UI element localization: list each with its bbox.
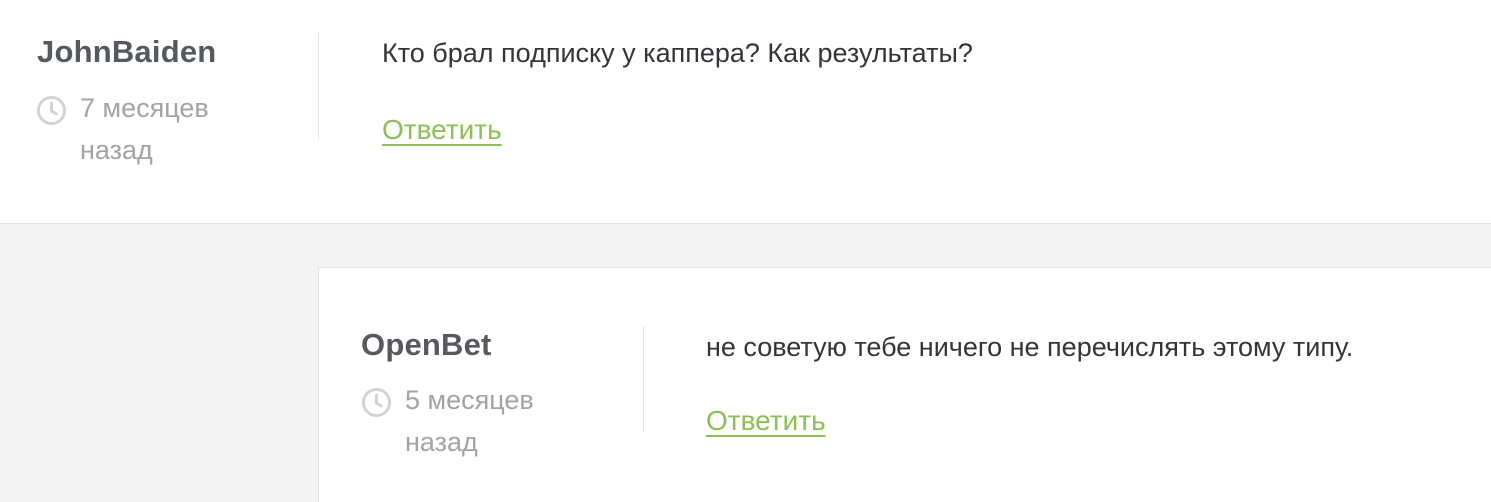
comment-text: Кто брал подписку у каппера? Как результ… xyxy=(382,38,973,68)
comment-divider xyxy=(318,33,319,140)
comment-time-text: 5 месяцев назад xyxy=(405,385,534,457)
clock-icon xyxy=(36,95,67,126)
comment-text: не советую тебе ничего не перечислять эт… xyxy=(706,332,1354,362)
clock-icon xyxy=(361,387,392,418)
reply-comment-item: OpenBet 5 месяцев назад не советую тебе … xyxy=(318,267,1491,502)
reply-link[interactable]: Ответить xyxy=(706,405,826,437)
reply-link[interactable]: Ответить xyxy=(382,114,502,146)
comment-item: JohnBaiden 7 месяцев назад Кто брал подп… xyxy=(0,0,1491,224)
comment-divider xyxy=(643,326,644,432)
comment-time-text: 7 месяцев назад xyxy=(80,93,209,165)
comment-time: 7 месяцев назад xyxy=(36,93,230,171)
comment-author[interactable]: JohnBaiden xyxy=(37,34,216,70)
comment-time: 5 месяцев назад xyxy=(361,385,555,463)
comment-author[interactable]: OpenBet xyxy=(361,327,492,363)
